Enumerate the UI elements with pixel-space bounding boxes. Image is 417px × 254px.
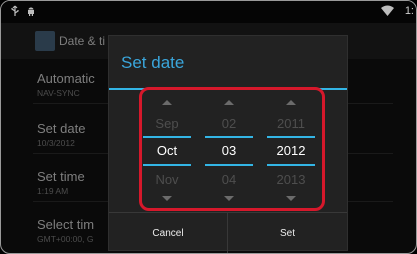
year-increment-icon[interactable] — [286, 100, 296, 105]
status-bar: 1: — [1, 1, 416, 23]
month-next-value[interactable]: Nov — [137, 172, 197, 187]
year-current-value[interactable]: 2012 — [261, 143, 321, 158]
device-screen: 1: Date & ti Automatic NAV-SYNC Set date… — [0, 0, 417, 254]
dialog-button-bar: Cancel Set — [109, 212, 347, 253]
set-button[interactable]: Set — [228, 213, 347, 253]
month-increment-icon[interactable] — [162, 100, 172, 105]
setting-subtitle: GMT+00:00, G — [37, 234, 94, 244]
day-prev-value[interactable]: 02 — [199, 116, 259, 131]
setting-set-time[interactable]: Set time 1:19 AM — [37, 169, 85, 196]
cancel-button[interactable]: Cancel — [109, 213, 228, 253]
setting-subtitle: 10/3/2012 — [37, 138, 75, 148]
year-prev-value[interactable]: 2011 — [261, 116, 321, 131]
selection-line — [205, 136, 253, 138]
month-decrement-icon[interactable] — [162, 196, 172, 201]
selection-line — [267, 164, 315, 166]
setting-subtitle: NAV-SYNC — [37, 88, 80, 98]
settings-title: Date & ti — [59, 34, 106, 48]
dialog-title: Set date — [121, 53, 185, 72]
day-decrement-icon[interactable] — [224, 196, 234, 201]
setting-title: Set date — [37, 121, 86, 136]
setting-set-date[interactable]: Set date 10/3/2012 — [37, 121, 85, 148]
day-picker[interactable]: 02 03 04 — [199, 92, 259, 210]
day-next-value[interactable]: 04 — [199, 172, 259, 187]
day-current-value[interactable]: 03 — [199, 143, 259, 158]
selection-line — [143, 136, 191, 138]
setting-select-timezone[interactable]: Select tim GMT+00:00, G — [37, 217, 94, 244]
dialog-title-divider — [109, 88, 347, 90]
usb-icon — [11, 5, 19, 16]
setting-title: Select tim — [37, 217, 95, 232]
selection-line — [143, 164, 191, 166]
setting-subtitle: 1:19 AM — [37, 186, 69, 196]
wifi-icon — [381, 5, 394, 16]
android-icon — [28, 7, 34, 16]
selection-line — [205, 164, 253, 166]
settings-app-icon — [35, 31, 55, 51]
year-decrement-icon[interactable] — [286, 196, 296, 201]
setting-title: Automatic — [37, 71, 95, 86]
day-increment-icon[interactable] — [224, 100, 234, 105]
year-next-value[interactable]: 2013 — [261, 172, 321, 187]
selection-line — [267, 136, 315, 138]
set-date-dialog: Set date Sep Oct Nov 02 03 04 2011 2012 … — [108, 35, 348, 253]
setting-title: Set time — [37, 169, 85, 184]
year-picker[interactable]: 2011 2012 2013 — [261, 92, 321, 210]
month-prev-value[interactable]: Sep — [137, 116, 197, 131]
month-current-value[interactable]: Oct — [137, 143, 197, 158]
month-picker[interactable]: Sep Oct Nov — [137, 92, 197, 210]
status-time: 1: — [404, 5, 414, 17]
setting-automatic[interactable]: Automatic NAV-SYNC — [37, 71, 95, 98]
